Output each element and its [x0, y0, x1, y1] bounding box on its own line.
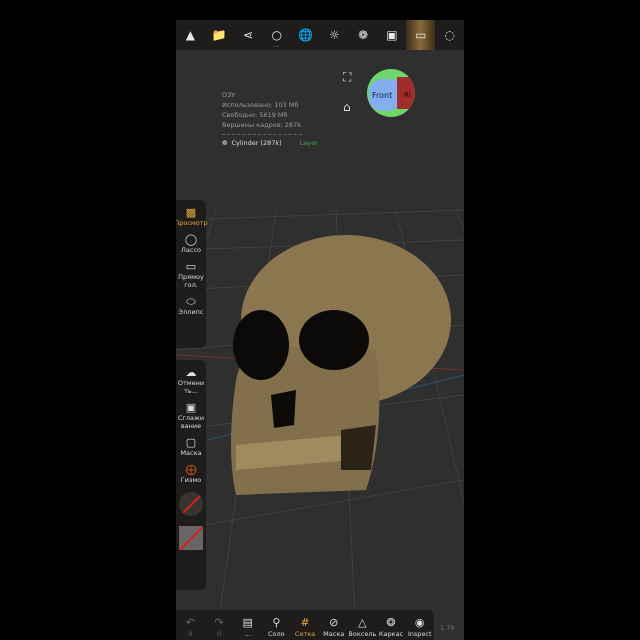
vertex-count: Вершины кадров: 287k	[222, 121, 301, 129]
selection-tools-panel: ▩ Просмотр ◯ Лассо ▭ Прямоу гол. ⬭ Эллипс	[176, 200, 208, 348]
ram-free: Свободно: 5619 Мб	[222, 111, 288, 119]
cloud-icon: ☁	[185, 366, 197, 379]
smooth-icon: ▣	[185, 401, 197, 414]
ram-used: Использовано: 103 Мб	[222, 101, 299, 109]
wireframe-button[interactable]: ❂ Каркас	[377, 616, 406, 640]
action-tools-panel: ☁ Отмени ть... ▣ Сглажи вание ▢ Маска ⨁ Гизм…	[176, 360, 206, 590]
more-indicator: ...	[273, 42, 280, 49]
solo-button[interactable]: ⚲ Соло	[262, 616, 291, 640]
tool-mask[interactable]: ▢ Маска	[176, 436, 206, 457]
zoom-readout: 1.79	[440, 624, 455, 632]
gizmo-icon: ⨁	[185, 463, 197, 476]
skull-model	[231, 235, 451, 495]
grid-button[interactable]: # Сетка	[291, 616, 320, 640]
mesh-icon: ❁	[222, 139, 228, 147]
3d-viewport[interactable]: ОЗУ Использовано: 103 Мб Свободно: 5619 …	[176, 50, 464, 640]
bottom-toolbar: ↶ 0 ↷ 0 ▤... ⚲ Соло # Сетка ⊘ Маска △ Воксель …	[176, 610, 434, 640]
mask-toggle-button[interactable]: ⊘ Маска	[319, 616, 348, 640]
scene	[176, 209, 464, 640]
inspect-icon: ◉	[414, 616, 425, 629]
undo-icon: ↶	[185, 616, 195, 629]
grid-icon: #	[300, 616, 310, 629]
eye-off-icon: ⊘	[329, 616, 339, 629]
divider	[222, 134, 302, 135]
ram-title: ОЗУ	[222, 91, 236, 99]
redo-icon: ↷	[214, 616, 224, 629]
book-icon: ▤	[242, 616, 253, 629]
wireframe-icon: ❂	[386, 616, 396, 629]
layer-label[interactable]: Layer	[300, 138, 318, 148]
tool-undo-cloud[interactable]: ☁ Отмени ть...	[176, 366, 206, 395]
tool-gizmo[interactable]: ⨁ Гизмо	[176, 463, 206, 484]
voxel-icon: △	[358, 616, 367, 629]
sun-icon[interactable]: ☼	[320, 20, 349, 50]
history-button[interactable]: ▤...	[233, 616, 262, 640]
mask-icon: ▢	[185, 436, 197, 449]
tool-smooth[interactable]: ▣ Сглажи вание	[176, 401, 206, 430]
camera-icon: ▩	[185, 206, 197, 219]
folder-icon[interactable]: 📁	[205, 20, 234, 50]
tool-ellipse[interactable]: ⬭ Эллипс	[176, 295, 206, 316]
ellipse-icon: ⬭	[186, 295, 196, 308]
mesh-name[interactable]: Cylinder (287k)	[231, 138, 281, 148]
redo-button[interactable]: ↷ 0	[205, 616, 234, 640]
material-icon[interactable]: ❁	[349, 20, 378, 50]
view-cube-gizmo[interactable]: Front Ri	[367, 69, 415, 117]
tool-view[interactable]: ▩ Просмотр	[176, 206, 208, 227]
app-window: ▲ 📁 ⋖ ○... 🌐 ☼ ❁ ▣ ▭ ◌ ОЗУ Использовано:…	[176, 20, 464, 640]
material-swatch-button[interactable]	[179, 526, 203, 550]
fullscreen-icon[interactable]: ⛶	[343, 70, 351, 85]
search-icon: ⚲	[272, 616, 281, 629]
color-swatch-button[interactable]	[179, 492, 203, 516]
image-icon[interactable]: ▣	[378, 20, 407, 50]
sphere-grid-icon[interactable]: 🌐	[291, 20, 320, 50]
front-label: Front	[372, 91, 393, 100]
rectangle-icon: ▭	[185, 260, 197, 273]
tool-rectangle[interactable]: ▭ Прямоу гол.	[176, 260, 206, 289]
camera-frame-icon[interactable]: ▭	[406, 20, 436, 50]
selection-circle-icon[interactable]: ◌	[435, 20, 464, 50]
top-toolbar: ▲ 📁 ⋖ ○... 🌐 ☼ ❁ ▣ ▭ ◌	[176, 20, 464, 50]
undo-button[interactable]: ↶ 0	[176, 616, 205, 640]
stats-panel: ОЗУ Использовано: 103 Мб Свободно: 5619 …	[222, 90, 318, 148]
home-icon[interactable]: ⌂	[343, 100, 351, 114]
voxel-button[interactable]: △ Воксель	[348, 616, 377, 640]
inspect-button[interactable]: ◉ Inspect	[405, 616, 434, 640]
lasso-icon: ◯	[184, 233, 198, 246]
right-label: Ri	[404, 91, 411, 99]
objects-icon[interactable]: ○...	[262, 20, 291, 50]
share-icon[interactable]: ⋖	[234, 20, 263, 50]
hat-icon[interactable]: ▲	[176, 20, 205, 50]
tool-lasso[interactable]: ◯ Лассо	[176, 233, 206, 254]
